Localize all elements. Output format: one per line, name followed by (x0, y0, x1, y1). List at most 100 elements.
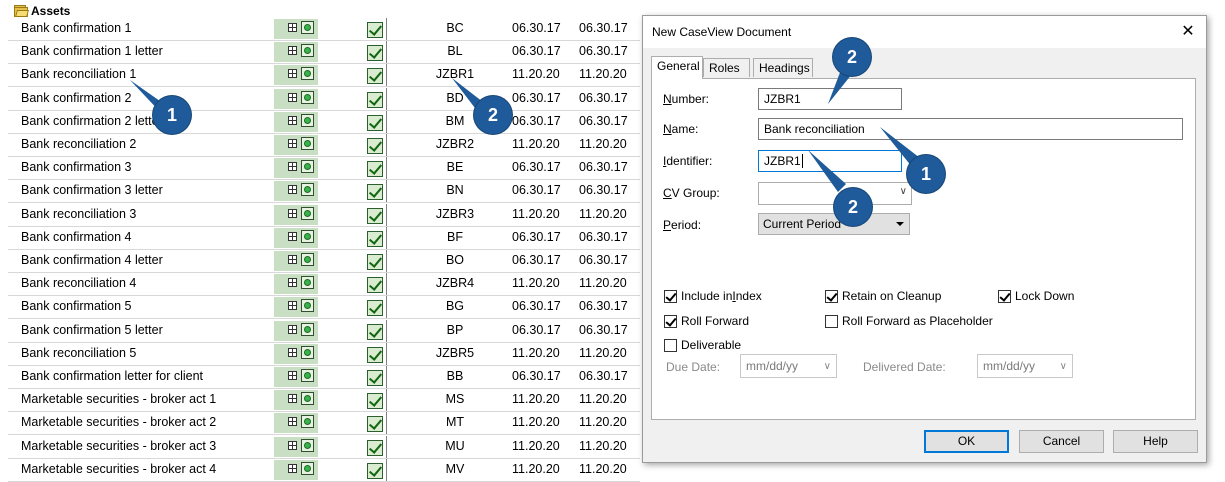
list-row[interactable]: Bank confirmation 3 BE 06.30.17 06.30.17 (0, 157, 640, 181)
roll-forward-checkbox[interactable]: Roll Forward (664, 314, 749, 328)
status-dot-icon[interactable] (301, 229, 314, 243)
checkmark-icon[interactable] (367, 138, 383, 154)
grid-icon[interactable] (288, 440, 297, 450)
list-row[interactable]: Bank reconciliation 3 JZBR3 11.20.20 11.20.… (0, 203, 640, 227)
ok-button[interactable]: OK (924, 430, 1009, 453)
grid-icon[interactable] (288, 162, 297, 172)
include-in-index-checkbox[interactable]: Include in Index (664, 289, 762, 303)
grid-icon[interactable] (288, 185, 297, 195)
list-row[interactable]: Bank confirmation 4 BF 06.30.17 06.30.17 (0, 226, 640, 250)
status-dot-icon[interactable] (301, 160, 314, 174)
list-row[interactable]: Bank confirmation 1 BC 06.30.17 06.30.17 (0, 18, 640, 41)
status-dot-icon[interactable] (301, 461, 314, 475)
grid-icon[interactable] (288, 394, 297, 404)
list-row[interactable]: Marketable securities - broker act 3 MU 11… (0, 435, 640, 459)
checkmark-icon[interactable] (367, 184, 383, 201)
due-date-field[interactable]: mm/dd/yy ∨ (740, 354, 837, 378)
grid-icon[interactable] (288, 23, 297, 32)
list-row[interactable]: Bank confirmation 2 letter BM 06.30.17 06.3… (0, 110, 640, 134)
checkmark-icon[interactable] (367, 323, 383, 340)
grid-icon[interactable] (288, 463, 297, 473)
tab-general[interactable]: General (651, 56, 703, 79)
period-select[interactable]: Current Period (758, 213, 910, 235)
status-dot-icon[interactable] (301, 345, 314, 359)
checkmark-icon[interactable] (367, 161, 383, 178)
grid-icon[interactable] (288, 115, 297, 125)
list-row[interactable]: Bank confirmation 3 letter BN 06.30.17 06.3… (0, 180, 640, 204)
list-row[interactable]: Bank reconciliation 4 JZBR4 11.20.20 11.20.… (0, 273, 640, 297)
grid-icon[interactable] (288, 324, 297, 334)
grid-icon[interactable] (288, 46, 297, 56)
grid-icon[interactable] (288, 231, 297, 241)
status-dot-icon[interactable] (301, 44, 314, 58)
roll-forward-placeholder-checkbox[interactable]: Roll Forward as Placeholder (825, 314, 993, 328)
list-row[interactable]: Marketable securities - broker act 4 MV 11… (0, 458, 640, 482)
checkmark-icon[interactable] (367, 230, 383, 247)
grid-icon[interactable] (288, 208, 297, 218)
checkmark-icon[interactable] (367, 416, 383, 433)
checkmark-icon[interactable] (367, 254, 383, 270)
list-row[interactable]: Marketable securities - broker act 2 MT 11… (0, 412, 640, 436)
list-row[interactable]: Bank reconciliation 1 JZBR1 11.20.20 11.20.… (0, 64, 640, 88)
tab-roles[interactable]: Roles (703, 58, 750, 77)
status-dot-icon[interactable] (301, 369, 314, 382)
checkmark-icon[interactable] (367, 277, 383, 294)
due-date-label: Due Date: (666, 360, 721, 374)
grid-icon[interactable] (288, 92, 297, 102)
list-row[interactable]: Bank confirmation 5 BG 06.30.17 06.30.17 (0, 296, 640, 320)
grid-icon[interactable] (288, 417, 297, 427)
status-dot-icon[interactable] (301, 67, 314, 81)
status-dot-icon[interactable] (301, 392, 314, 406)
checkmark-icon[interactable] (367, 22, 383, 38)
checkmark-icon[interactable] (367, 370, 383, 386)
grid-icon[interactable] (288, 371, 297, 380)
grid-icon[interactable] (288, 278, 297, 288)
grid-icon[interactable] (288, 255, 297, 264)
tab-headings[interactable]: Headings (753, 58, 813, 77)
name-field[interactable]: Bank reconciliation (758, 118, 1183, 140)
list-row[interactable]: Marketable securities - broker act 1 MS 11… (0, 389, 640, 413)
grid-icon[interactable] (288, 301, 297, 311)
checkmark-icon[interactable] (367, 439, 383, 456)
checkmark-icon[interactable] (367, 393, 383, 410)
delivered-date-field[interactable]: mm/dd/yy ∨ (977, 354, 1073, 378)
status-dot-icon[interactable] (301, 253, 314, 266)
group-header-assets[interactable]: Assets (14, 3, 70, 19)
list-row[interactable]: Bank reconciliation 5 JZBR5 11.20.20 11.20.… (0, 342, 640, 366)
status-dot-icon[interactable] (301, 276, 314, 290)
list-row[interactable]: Bank confirmation 1 letter BL 06.30.17 06.3… (0, 41, 640, 65)
status-dot-icon[interactable] (301, 183, 314, 197)
grid-icon[interactable] (288, 139, 297, 148)
cancel-button[interactable]: Cancel (1019, 430, 1104, 453)
checkmark-icon[interactable] (367, 346, 383, 363)
status-dot-icon[interactable] (301, 206, 314, 220)
status-dot-icon[interactable] (301, 90, 314, 104)
status-dot-icon[interactable] (301, 299, 314, 313)
status-dot-icon[interactable] (301, 137, 314, 150)
checkmark-icon[interactable] (367, 68, 383, 85)
list-row[interactable]: Bank reconciliation 2 JZBR2 11.20.20 11.20.… (0, 134, 640, 157)
list-row[interactable]: Bank confirmation 5 letter BP 06.30.17 06.3… (0, 319, 640, 343)
checkmark-icon[interactable] (367, 462, 383, 479)
lock-down-checkbox[interactable]: Lock Down (998, 289, 1074, 303)
status-dot-icon[interactable] (301, 415, 314, 429)
dialog-titlebar[interactable]: New CaseView Document ✕ (643, 16, 1206, 48)
status-dot-icon[interactable] (301, 21, 314, 34)
status-dot-icon[interactable] (301, 322, 314, 336)
grid-icon[interactable] (288, 347, 297, 357)
grid-icon[interactable] (288, 69, 297, 79)
checkmark-icon[interactable] (367, 114, 383, 131)
list-row[interactable]: Bank confirmation 4 letter BO 06.30.17 06.3… (0, 250, 640, 273)
checkmark-icon[interactable] (367, 207, 383, 224)
list-row[interactable]: Bank confirmation letter for client BB 06.… (0, 366, 640, 389)
deliverable-checkbox[interactable]: Deliverable (664, 338, 741, 352)
list-row[interactable]: Bank confirmation 2 BD 06.30.17 06.30.17 (0, 87, 640, 111)
checkmark-icon[interactable] (367, 300, 383, 317)
checkmark-icon[interactable] (367, 45, 383, 62)
status-dot-icon[interactable] (301, 113, 314, 127)
retain-on-cleanup-checkbox[interactable]: Retain on Cleanup (825, 289, 941, 303)
checkmark-icon[interactable] (367, 91, 383, 108)
help-button[interactable]: Help (1113, 430, 1198, 453)
status-dot-icon[interactable] (301, 438, 314, 452)
close-icon[interactable]: ✕ (1178, 22, 1198, 42)
